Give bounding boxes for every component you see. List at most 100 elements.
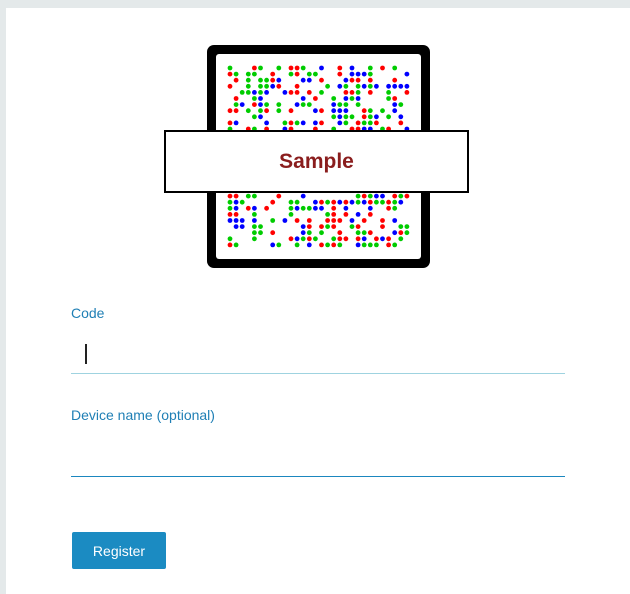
code-dot	[337, 199, 343, 205]
code-dot	[392, 205, 398, 211]
code-dot	[252, 114, 257, 120]
code-dot	[300, 230, 306, 236]
code-dot	[258, 230, 263, 236]
code-dot	[258, 96, 263, 101]
code-dot	[313, 120, 318, 126]
code-dot	[325, 212, 330, 217]
code-dot	[313, 199, 318, 205]
code-dot	[386, 90, 391, 95]
code-dot	[252, 205, 257, 211]
code-input[interactable]	[71, 338, 565, 374]
code-dot	[319, 120, 324, 126]
code-dot	[355, 224, 361, 230]
code-dot	[392, 230, 398, 236]
code-dot	[367, 114, 373, 120]
registration-card: Sample Code Device name (optional) Regis…	[6, 8, 630, 594]
code-dot	[270, 77, 276, 83]
code-dot	[392, 193, 398, 199]
code-dot	[270, 242, 276, 248]
code-dot	[252, 71, 257, 77]
code-dot	[361, 108, 367, 114]
code-dot	[343, 120, 349, 126]
code-dot	[355, 193, 361, 199]
code-dot	[355, 230, 361, 236]
code-dot	[264, 120, 269, 126]
code-dot	[386, 205, 391, 211]
code-dot	[361, 114, 367, 120]
code-dot	[252, 65, 257, 71]
code-dot	[374, 83, 379, 89]
code-dot	[276, 77, 282, 83]
code-dot	[313, 108, 318, 114]
code-dot	[258, 90, 263, 95]
code-dot	[233, 71, 239, 77]
code-dot	[367, 77, 373, 83]
device-name-input[interactable]	[71, 441, 565, 477]
code-dot	[331, 212, 337, 217]
code-dot	[227, 199, 233, 205]
code-dot	[239, 218, 245, 223]
code-dot	[355, 242, 361, 248]
code-dot	[367, 193, 373, 199]
code-dot	[380, 236, 385, 242]
code-dot	[245, 83, 251, 89]
code-dot	[306, 224, 312, 230]
code-dot	[227, 65, 233, 71]
code-dot	[258, 108, 263, 114]
code-dot	[288, 90, 294, 95]
code-dot	[392, 218, 398, 223]
code-dot	[404, 90, 410, 95]
code-dot	[398, 102, 404, 107]
code-dot	[270, 199, 276, 205]
code-dot	[288, 108, 294, 114]
code-dot	[227, 120, 233, 126]
code-dot	[258, 83, 263, 89]
code-dot	[258, 102, 263, 107]
code-dot	[367, 242, 373, 248]
code-dot	[288, 65, 294, 71]
code-dot	[404, 230, 410, 236]
code-dot	[355, 120, 361, 126]
code-dot	[264, 77, 269, 83]
code-dot	[398, 120, 404, 126]
code-dot	[270, 218, 276, 223]
code-dot	[227, 236, 233, 242]
code-dot	[331, 218, 337, 223]
code-dot	[258, 224, 263, 230]
code-dot	[349, 71, 355, 77]
code-dot	[258, 114, 263, 120]
code-dot	[288, 120, 294, 126]
code-dot	[349, 90, 355, 95]
code-dot	[355, 102, 361, 107]
code-dot	[288, 212, 294, 217]
code-dot	[306, 77, 312, 83]
code-dot	[349, 77, 355, 83]
code-dot	[294, 236, 300, 242]
code-dot	[294, 71, 300, 77]
text-cursor	[85, 344, 87, 364]
code-dot	[361, 199, 367, 205]
code-dot	[313, 236, 318, 242]
code-dot	[233, 102, 239, 107]
code-dot	[306, 230, 312, 236]
code-dot	[294, 90, 300, 95]
code-dot	[380, 108, 385, 114]
code-dot	[270, 230, 276, 236]
code-dot	[343, 114, 349, 120]
register-button[interactable]: Register	[72, 532, 166, 569]
code-dot	[386, 236, 391, 242]
code-dot	[319, 199, 324, 205]
code-dot	[300, 77, 306, 83]
code-dot	[367, 83, 373, 89]
code-dot	[325, 242, 330, 248]
code-dot	[392, 83, 398, 89]
code-dot	[367, 230, 373, 236]
code-dot	[392, 102, 398, 107]
code-dot	[349, 65, 355, 71]
code-dot	[343, 96, 349, 101]
code-dot	[325, 218, 330, 223]
code-dot	[239, 224, 245, 230]
code-dot	[361, 242, 367, 248]
code-dot	[337, 102, 343, 107]
code-dot	[374, 114, 379, 120]
